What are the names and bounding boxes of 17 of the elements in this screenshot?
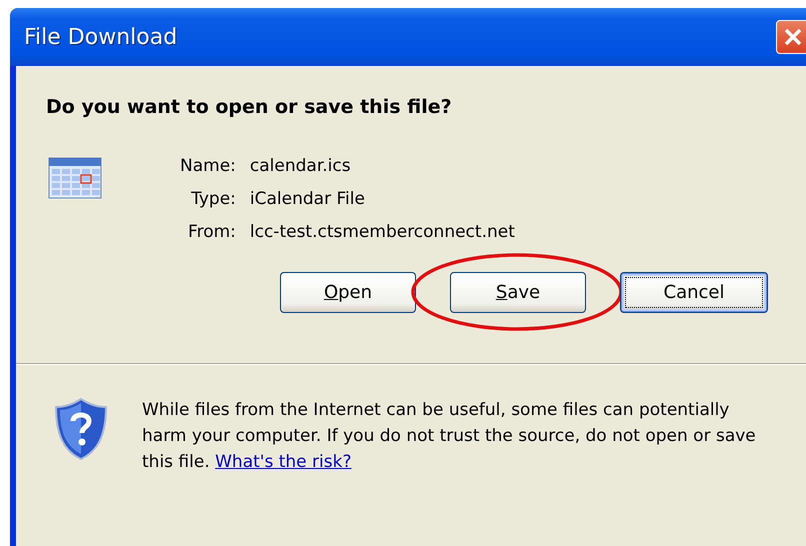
calendar-icon (48, 156, 104, 200)
window-title: File Download (24, 24, 178, 50)
close-button[interactable] (776, 20, 806, 54)
shield-question-icon (52, 397, 110, 461)
dialog-question: Do you want to open or save this file? (46, 96, 453, 118)
field-value: calendar.ics (250, 156, 352, 176)
dialog-button[interactable]: Save (450, 272, 586, 313)
warning-text: While files from the Internet can be useful, some files can potentially harm your computer. If you do not trust the source, do not open or save this file. What's the risk? (142, 399, 757, 474)
field-value: iCalendar File (250, 189, 366, 209)
dialog-button[interactable]: Cancel (620, 272, 768, 313)
field-label: From: (187, 222, 236, 242)
field-label: Type: (190, 189, 236, 209)
field-value: lcc-test.ctsmemberconnect.net (250, 222, 515, 242)
risk-link[interactable]: What's the risk? (215, 452, 352, 472)
close-icon (783, 27, 803, 47)
dialog-button[interactable]: Open (280, 272, 416, 313)
field-label: Name: (180, 156, 236, 176)
